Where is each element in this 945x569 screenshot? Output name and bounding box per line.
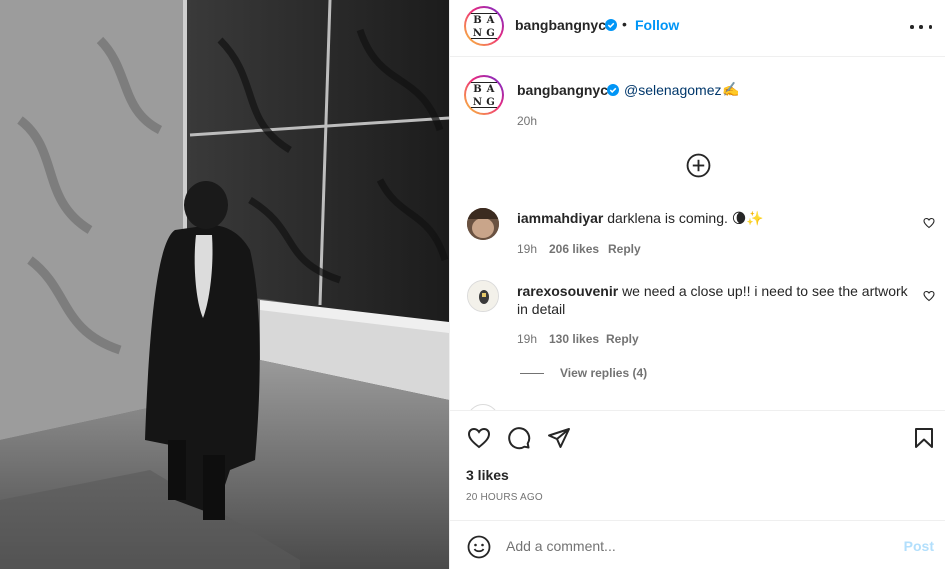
- add-comment-bar: Post: [450, 520, 945, 569]
- comment-1-reply-button[interactable]: Reply: [608, 242, 641, 256]
- comment-2-time[interactable]: 19h: [517, 332, 537, 346]
- more-options-icon[interactable]: [910, 16, 932, 38]
- commenter-photo: [468, 281, 498, 311]
- verified-icon: [607, 84, 619, 96]
- comment-1: iammahdiyar darklena is coming. 🌘✨: [517, 210, 764, 227]
- comment-2-likes[interactable]: 130 likes: [549, 332, 599, 346]
- verified-icon: [605, 19, 617, 31]
- replies-divider: [520, 373, 544, 374]
- like-heart-icon[interactable]: [467, 426, 491, 450]
- emoji-icon[interactable]: [467, 535, 491, 559]
- load-more-comments-icon[interactable]: [686, 153, 711, 178]
- bang-logo: BA NG: [471, 13, 497, 39]
- bang-logo: BA NG: [471, 82, 497, 108]
- author-username[interactable]: bangbangnyc: [515, 17, 606, 33]
- commenter-avatar[interactable]: [467, 208, 499, 240]
- share-send-icon[interactable]: [547, 426, 571, 450]
- follow-button[interactable]: Follow: [635, 17, 679, 33]
- caption-mention[interactable]: @selenagomez: [624, 82, 722, 98]
- commenter-photo: [467, 208, 499, 240]
- caption-username[interactable]: bangbangnyc: [517, 82, 608, 98]
- comment-2: rarexosouvenir we need a close up!! i ne…: [517, 282, 913, 318]
- post-details-panel: BA NG bangbangnyc • Follow BA NG bangban…: [449, 0, 945, 569]
- post-photo[interactable]: [0, 0, 449, 569]
- likes-count[interactable]: 3 likes: [466, 467, 509, 483]
- comment-2-text-line1: we need a close up!! i need to see the a…: [622, 283, 908, 299]
- caption: bangbangnyc: [517, 82, 608, 98]
- like-comment-heart-icon[interactable]: [923, 290, 935, 302]
- post-image: [0, 0, 449, 569]
- writing-hand-emoji: ✍️: [722, 81, 740, 97]
- separator-dot: •: [622, 16, 627, 32]
- post-comment-button[interactable]: Post: [904, 538, 934, 554]
- post-timestamp[interactable]: 20 HOURS AGO: [466, 492, 543, 503]
- view-replies-button[interactable]: View replies (4): [560, 366, 647, 380]
- caption-time[interactable]: 20h: [517, 114, 537, 128]
- caption-avatar[interactable]: BA NG: [464, 75, 504, 115]
- comment-1-time[interactable]: 19h: [517, 242, 537, 256]
- post-header: BA NG bangbangnyc • Follow: [450, 0, 945, 57]
- save-bookmark-icon[interactable]: [912, 426, 936, 450]
- comment-1-username[interactable]: iammahdiyar: [517, 210, 603, 226]
- comment-bubble-icon[interactable]: [507, 426, 531, 450]
- post-actions: 3 likes 20 HOURS AGO: [450, 410, 945, 520]
- comment-2-text-line2: in detail: [517, 301, 566, 317]
- comment-1-text: darklena is coming. 🌘✨: [607, 210, 764, 226]
- comment-2-username[interactable]: rarexosouvenir: [517, 283, 618, 299]
- commenter-avatar[interactable]: [467, 280, 499, 312]
- like-comment-heart-icon[interactable]: [923, 217, 935, 229]
- comment-1-likes[interactable]: 206 likes: [549, 242, 599, 256]
- author-avatar[interactable]: BA NG: [464, 6, 504, 46]
- comment-input[interactable]: [506, 536, 886, 556]
- comment-2-reply-button[interactable]: Reply: [606, 332, 639, 346]
